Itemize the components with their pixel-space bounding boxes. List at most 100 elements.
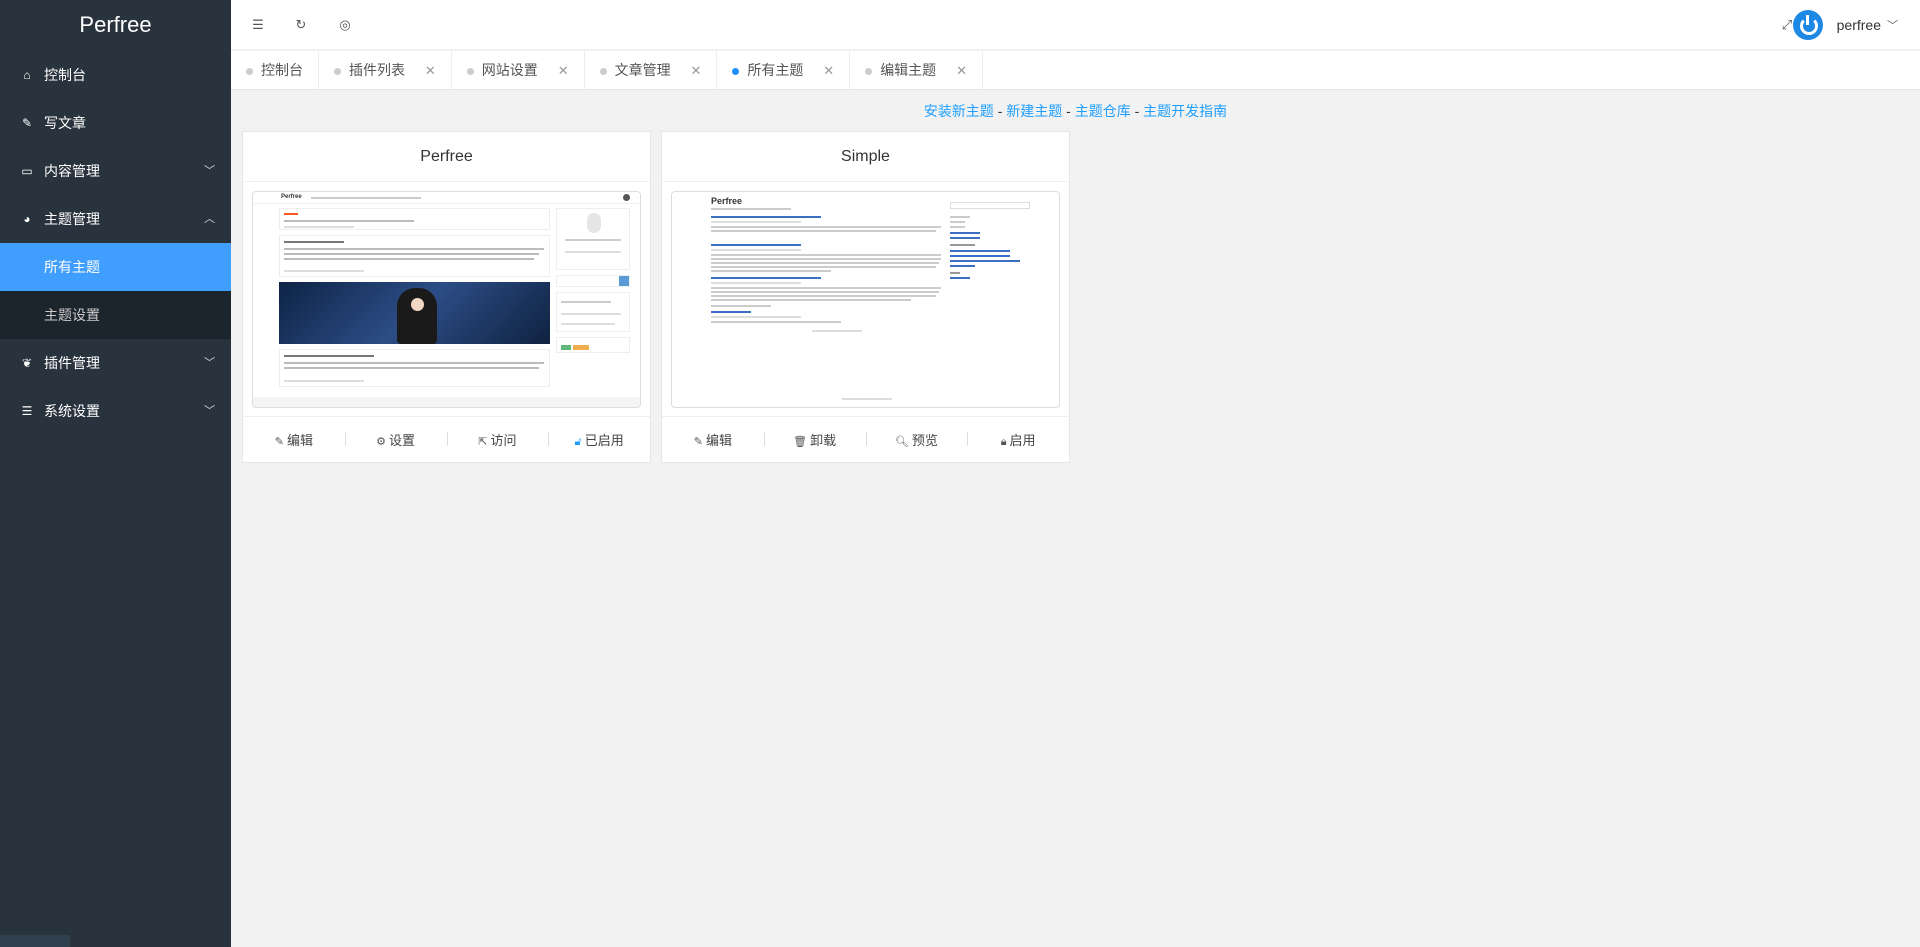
tab-dot-icon [865, 68, 873, 75]
tab-label: 网站设置 [481, 62, 538, 78]
external-link-icon: ⇱ [478, 436, 488, 448]
create-theme-link[interactable]: 新建主题 [1006, 103, 1062, 119]
edit-theme-button[interactable]: ✎ 编辑 [662, 430, 764, 449]
link-separator: - [1066, 103, 1071, 119]
sliders-icon: ☰ [21, 404, 33, 418]
theme-submenu: 所有主题 主题设置 [0, 243, 231, 339]
theme-card-actions: ✎ 编辑 ⚙ 设置 ⇱ 访问 🔓︎ 已启用 [243, 416, 650, 462]
chevron-down-icon: ﹀ [204, 405, 215, 417]
edit-icon: ✎ [21, 116, 33, 130]
main-content: 安装新主题 - 新建主题 - 主题仓库 - 主题开发指南 Perfree Per… [231, 91, 1920, 947]
action-label: 已启用 [584, 433, 624, 448]
menu-item-label: 主题管理 [44, 211, 100, 227]
globe-icon[interactable]: ◎ [335, 15, 355, 35]
menu-item-label: 控制台 [44, 67, 86, 83]
close-icon[interactable]: ✕ [823, 63, 834, 78]
preview-theme-button[interactable]: 🔍︎ 预览 [865, 430, 968, 449]
chevron-up-icon: ︿ [204, 213, 215, 225]
theme-card-actions: ✎ 编辑 🗑︎ 卸载 🔍︎ 预览 🔒︎ 启用 [662, 416, 1069, 462]
tab-dashboard[interactable]: 控制台 [231, 51, 319, 90]
theme-preview-image: Perfree [252, 191, 641, 408]
edit-icon: ✎ [693, 436, 703, 448]
theme-repo-link[interactable]: 主题仓库 [1075, 103, 1131, 119]
menu-item-dashboard[interactable]: ⌂ 控制台 [0, 51, 231, 99]
action-label: 编辑 [286, 433, 313, 448]
close-icon[interactable]: ✕ [558, 63, 569, 78]
enable-theme-button[interactable]: 🔒︎ 启用 [967, 430, 1069, 449]
tab-dot-icon [732, 68, 740, 75]
theme-links: 安装新主题 - 新建主题 - 主题仓库 - 主题开发指南 [231, 101, 1920, 121]
theme-card-title: Simple [662, 132, 1069, 182]
menu-item-label: 内容管理 [44, 163, 100, 179]
inbox-icon: ▭ [21, 164, 33, 178]
tab-label: 所有主题 [747, 62, 804, 78]
tab-label: 文章管理 [614, 62, 671, 78]
tab-all-themes[interactable]: 所有主题 ✕ [717, 51, 851, 90]
tab-bar: 控制台 插件列表 ✕ 网站设置 ✕ 文章管理 ✕ 所有主题 ✕ 编辑主题 ✕ [231, 51, 1920, 90]
close-icon[interactable]: ✕ [956, 63, 967, 78]
action-label: 预览 [911, 433, 938, 448]
uninstall-theme-button[interactable]: 🗑︎ 卸载 [763, 430, 866, 449]
menu-item-label: 写文章 [44, 115, 86, 131]
tab-label: 插件列表 [349, 62, 405, 78]
tab-label: 控制台 [261, 62, 303, 78]
tab-label: 编辑主题 [880, 62, 937, 78]
tab-plugin-list[interactable]: 插件列表 ✕ [319, 51, 452, 90]
avatar [1792, 10, 1823, 40]
tab-dot-icon [599, 68, 607, 75]
theme-card-simple: Simple Perfree ✎ 编辑 🗑︎ 卸载 🔍︎ 预览 🔒︎ 启用 [661, 131, 1070, 463]
enabled-status-button[interactable]: 🔓︎ 已启用 [548, 430, 650, 449]
sidebar: Perfree ⌂ 控制台 ✎ 写文章 ▭ 内容管理 ﹀ ◕ 主题管理 ︿ 所有… [0, 0, 231, 947]
tab-dot-icon [466, 68, 474, 75]
link-separator: - [1134, 103, 1140, 119]
menu-item-label: 插件管理 [44, 355, 100, 371]
menu-item-system[interactable]: ☰ 系统设置 ﹀ [0, 387, 231, 435]
preview-brand: Perfree [711, 196, 743, 206]
action-label: 卸载 [810, 433, 837, 448]
user-menu[interactable]: perfree ﹀ [1792, 10, 1898, 40]
menu-item-theme[interactable]: ◕ 主题管理 ︿ [0, 195, 231, 243]
user-name: perfree [1836, 17, 1881, 33]
menu-item-content[interactable]: ▭ 内容管理 ﹀ [0, 147, 231, 195]
tab-edit-theme[interactable]: 编辑主题 ✕ [850, 51, 983, 90]
edit-theme-button[interactable]: ✎ 编辑 [243, 430, 345, 449]
refresh-icon[interactable]: ↻ [291, 15, 311, 35]
menu-item-label: 系统设置 [44, 403, 100, 419]
search-icon: 🔍︎ [894, 436, 909, 448]
chevron-down-icon: ﹀ [1887, 20, 1898, 32]
install-theme-link[interactable]: 安装新主题 [924, 103, 994, 119]
theme-card-perfree: Perfree Perfree ✎ 编辑 ⚙ 设置 ⇱ 访问 🔓︎ 已启用 [242, 131, 651, 463]
theme-preview-image: Perfree [671, 191, 1060, 408]
menu-fold-icon[interactable]: ☰ [248, 15, 268, 35]
action-label: 设置 [389, 433, 416, 448]
menu-item-plugins[interactable]: ❦ 插件管理 ﹀ [0, 339, 231, 387]
close-icon[interactable]: ✕ [690, 63, 701, 78]
home-icon: ⌂ [23, 68, 31, 82]
chevron-down-icon: ﹀ [204, 357, 215, 369]
lock-icon: 🔒︎ [1000, 436, 1007, 448]
tab-dot-icon [246, 68, 253, 75]
action-label: 编辑 [705, 433, 732, 448]
submenu-item-all-themes[interactable]: 所有主题 [0, 243, 231, 291]
theme-settings-button[interactable]: ⚙ 设置 [344, 430, 447, 449]
close-icon[interactable]: ✕ [425, 63, 436, 78]
app-logo[interactable]: Perfree [0, 0, 231, 50]
submenu-item-theme-settings[interactable]: 主题设置 [0, 291, 231, 339]
preview-brand: Perfree [281, 194, 302, 200]
edit-icon: ✎ [274, 436, 284, 448]
unlock-icon: 🔓︎ [574, 436, 582, 448]
action-label: 访问 [490, 433, 517, 448]
action-label: 启用 [1009, 433, 1036, 448]
sidebar-corner [0, 935, 70, 947]
top-header: ☰ ↻ ◎ ⤢ perfree ﹀ [231, 0, 1920, 50]
theme-guide-link[interactable]: 主题开发指南 [1143, 103, 1227, 119]
menu-item-write-article[interactable]: ✎ 写文章 [0, 99, 231, 147]
trash-icon: 🗑︎ [793, 436, 808, 448]
gear-icon: ⚙ [376, 436, 387, 448]
chevron-down-icon: ﹀ [204, 165, 215, 177]
tab-site-settings[interactable]: 网站设置 ✕ [452, 51, 585, 90]
leaf-icon: ❦ [21, 356, 33, 370]
visit-theme-button[interactable]: ⇱ 访问 [446, 430, 549, 449]
link-separator: - [997, 103, 1003, 119]
tab-article-management[interactable]: 文章管理 ✕ [585, 51, 718, 90]
